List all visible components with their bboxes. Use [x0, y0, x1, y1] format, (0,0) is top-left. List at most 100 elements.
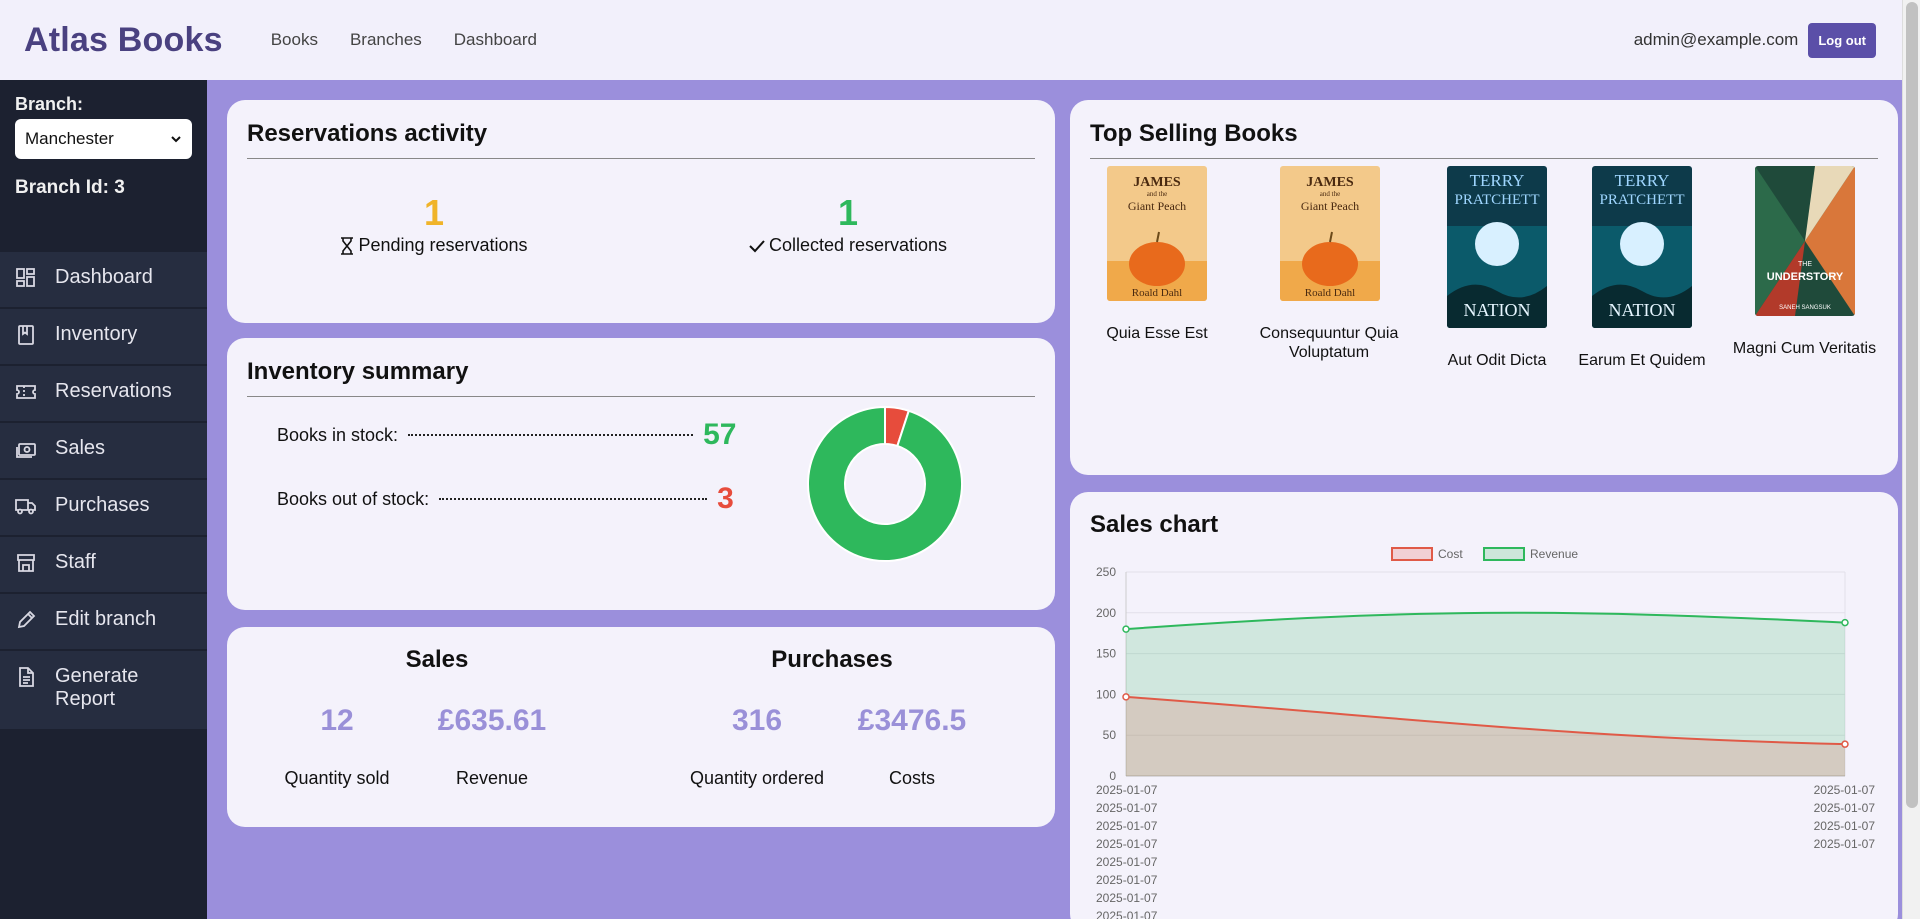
out-stock-value: 3 — [717, 482, 734, 515]
x-tick-label: 2025-01-07 — [1096, 819, 1158, 833]
x-tick-label: 2025-01-07 — [1096, 855, 1158, 869]
book-cover-image: JAMES and the Giant Peach Roald Dahl — [1279, 166, 1380, 301]
sidebar-item-edit-branch[interactable]: Edit branch — [0, 594, 207, 649]
leader-dots — [408, 434, 694, 436]
branch-select[interactable]: Manchester — [15, 119, 192, 159]
x-tick-label: 2025-01-07 — [1096, 891, 1158, 905]
sales-purchases-card: Sales Purchases 12 £635.61 316 £3476.5 Q… — [227, 627, 1055, 827]
sales-line-chart: 0 50 100 150 200 250 Cost Revenue 2025-01-07 2025… — [1096, 547, 1876, 919]
book-title: Consequuntur Quia Voluptatum — [1259, 325, 1399, 361]
collected-reservations: 1 Collected reservations — [698, 195, 998, 256]
sidebar-item-dashboard[interactable]: Dashboard — [0, 252, 207, 307]
sidebar-item-label: Reservations — [55, 380, 172, 402]
top-nav: Books Branches Dashboard — [271, 30, 537, 50]
sidebar-item-staff[interactable]: Staff — [0, 537, 207, 592]
cover-text: JAMES — [1133, 175, 1181, 190]
y-tick-label: 150 — [1096, 647, 1116, 661]
nav-books-link[interactable]: Books — [271, 30, 318, 50]
branch-box: Branch: Manchester Branch Id: 3 — [0, 80, 207, 199]
y-tick-label: 50 — [1103, 728, 1117, 742]
scrollbar-thumb[interactable] — [1906, 2, 1918, 808]
out-stock-label: Books out of stock: — [277, 488, 430, 509]
x-tick-label: 2025-01-07 — [1814, 819, 1876, 833]
quantity-ordered-label: Quantity ordered — [689, 768, 825, 788]
pending-count: 1 — [423, 192, 445, 233]
sidebar-item-reservations[interactable]: Reservations — [0, 366, 207, 421]
sidebar-item-inventory[interactable]: Inventory — [0, 309, 207, 364]
book-card[interactable]: TERRY PRATCHETT NATION Earum Et Quidem — [1567, 166, 1717, 370]
sidebar-item-sales[interactable]: Sales — [0, 423, 207, 478]
legend-label: Revenue — [1530, 547, 1578, 561]
dashboard-icon — [16, 268, 35, 287]
quantity-sold-label: Quantity sold — [284, 768, 390, 788]
page-scrollbar[interactable] — [1902, 0, 1920, 919]
cash-icon — [16, 443, 36, 458]
purchases-heading: Purchases — [771, 646, 893, 673]
cover-text: Roald Dahl — [1304, 287, 1354, 299]
collected-count: 1 — [837, 192, 859, 233]
x-tick-label: 2025-01-07 — [1096, 837, 1158, 851]
sidebar-item-label: Dashboard — [55, 266, 153, 288]
legend-swatch — [1391, 547, 1433, 561]
sales-chart-card: Sales chart 0 50 100 150 200 250 Cost Revenue 20… — [1070, 492, 1898, 919]
x-tick-label: 2025-01-07 — [1814, 801, 1876, 815]
x-tick-label: 2025-01-07 — [1096, 783, 1158, 797]
divider — [1090, 158, 1878, 159]
y-tick-label: 0 — [1109, 769, 1116, 783]
out-stock-row: Books out of stock: 3 — [277, 482, 734, 516]
revenue-point — [1841, 618, 1849, 627]
reservations-stats: 1 Pending reservations 1 Collected reser… — [227, 195, 1055, 256]
cover-text: NATION — [1464, 300, 1531, 320]
cover-text: TERRY — [1615, 171, 1670, 190]
cover-text: JAMES — [1306, 175, 1354, 190]
pencil-icon — [17, 610, 36, 629]
costs-value: £3476.5 — [857, 704, 967, 737]
cover-text: TERRY — [1470, 171, 1525, 190]
reservations-title: Reservations activity — [247, 120, 488, 147]
in-stock-row: Books in stock: 57 — [277, 418, 736, 452]
book-title: Aut Odit Dicta — [1447, 352, 1547, 369]
cover-text: PRATCHETT — [1599, 192, 1684, 208]
book-cover-image: THE UNDERSTORY SANEH SANGSUK — [1754, 166, 1855, 316]
pending-reservations: 1 Pending reservations — [284, 195, 584, 256]
cost-point — [1841, 740, 1849, 748]
in-stock-value: 57 — [703, 418, 737, 451]
book-card[interactable]: JAMES and the Giant Peach Roald Dahl Con… — [1242, 166, 1417, 362]
collected-label: Collected reservations — [768, 235, 948, 255]
y-tick-label: 200 — [1096, 606, 1116, 620]
book-card[interactable]: THE UNDERSTORY SANEH SANGSUK Magni Cum V… — [1712, 166, 1897, 358]
sidebar: Branch: Manchester Branch Id: 3 Dashboar… — [0, 80, 207, 919]
quantity-ordered-value: 316 — [731, 704, 783, 737]
branch-id: Branch Id: 3 — [15, 177, 125, 198]
brand-logo[interactable]: Atlas Books — [24, 21, 223, 60]
cover-text: and the — [1147, 190, 1167, 198]
logout-button[interactable]: Log out — [1808, 22, 1876, 58]
book-title: Earum Et Quidem — [1578, 352, 1706, 369]
sidebar-item-generate-report[interactable]: Generate Report — [0, 651, 207, 729]
nav-branches-link[interactable]: Branches — [350, 30, 422, 50]
cover-text: THE — [1798, 261, 1812, 268]
branch-selected-value: Manchester — [25, 129, 114, 148]
top-books-title: Top Selling Books — [1090, 120, 1298, 147]
book-title: Quia Esse Est — [1106, 325, 1208, 342]
cover-text: NATION — [1609, 300, 1676, 320]
x-tick-label: 2025-01-07 — [1814, 837, 1876, 851]
leader-dots — [439, 498, 708, 500]
cover-text: SANEH SANGSUK — [1779, 305, 1831, 311]
document-icon — [19, 667, 34, 687]
sidebar-item-label: Staff — [55, 551, 96, 573]
book-card[interactable]: JAMES and the Giant Peach Roald Dahl Qui… — [1097, 166, 1217, 343]
cost-point — [1122, 693, 1130, 701]
book-card[interactable]: TERRY PRATCHETT NATION Aut Odit Dicta — [1422, 166, 1572, 370]
user-email: admin@example.com — [1633, 30, 1799, 49]
revenue-value: £635.61 — [437, 704, 547, 737]
costs-label: Costs — [888, 768, 935, 788]
chevron-down-icon — [171, 136, 181, 143]
divider — [247, 396, 1035, 397]
sidebar-item-label: Edit branch — [55, 608, 157, 630]
top-navbar: Atlas Books Books Branches Dashboard adm… — [0, 0, 1902, 80]
x-tick-label: 2025-01-07 — [1096, 873, 1158, 887]
legend-swatch — [1483, 547, 1525, 561]
sidebar-item-purchases[interactable]: Purchases — [0, 480, 207, 535]
nav-dashboard-link[interactable]: Dashboard — [454, 30, 537, 50]
